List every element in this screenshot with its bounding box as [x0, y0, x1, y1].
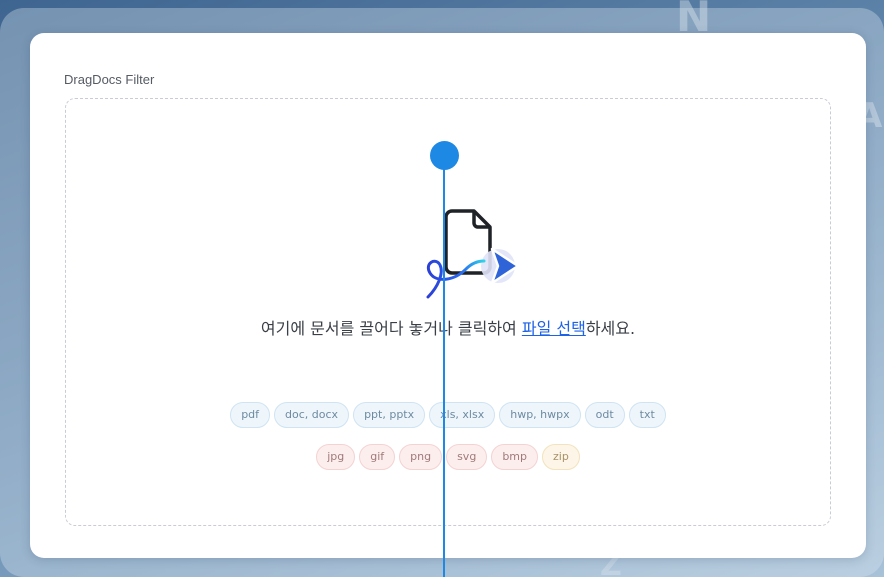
- format-chips-media: jpg gif png svg bmp zip: [66, 444, 830, 470]
- document-drop-icon: [426, 209, 520, 299]
- format-chip-png: png: [399, 444, 443, 470]
- drop-instruction-suffix: 하세요.: [585, 319, 636, 338]
- format-chips-documents: pdf doc, docx ppt, pptx xls, xlsx hwp, h…: [66, 402, 830, 428]
- format-chip-ppt: ppt, pptx: [353, 402, 426, 428]
- select-file-link[interactable]: 파일 선택: [522, 319, 586, 338]
- guide-line: [443, 156, 445, 577]
- format-chip-svg: svg: [446, 444, 488, 470]
- format-chip-gif: gif: [359, 444, 396, 470]
- format-chip-odt: odt: [584, 402, 625, 428]
- drop-instruction-prefix: 여기에 문서를 끌어다 놓거나 클릭하여: [260, 319, 522, 338]
- filter-card: DragDocs Filter 여기에 문서를 끌어다 놓거나 클릭하여 파일 …: [30, 33, 866, 558]
- format-chip-hwp: hwp, hwpx: [499, 402, 581, 428]
- format-chip-xls: xls, xlsx: [429, 402, 496, 428]
- card-title: DragDocs Filter: [64, 72, 155, 87]
- format-chip-zip: zip: [542, 444, 580, 470]
- format-chip-doc: doc, docx: [274, 402, 350, 428]
- format-chip-pdf: pdf: [230, 402, 271, 428]
- format-chip-txt: txt: [628, 402, 666, 428]
- format-chip-bmp: bmp: [491, 444, 538, 470]
- guide-handle[interactable]: [430, 141, 459, 170]
- format-chip-jpg: jpg: [316, 444, 356, 470]
- drop-instruction: 여기에 문서를 끌어다 놓거나 클릭하여 파일 선택하세요.: [66, 315, 830, 339]
